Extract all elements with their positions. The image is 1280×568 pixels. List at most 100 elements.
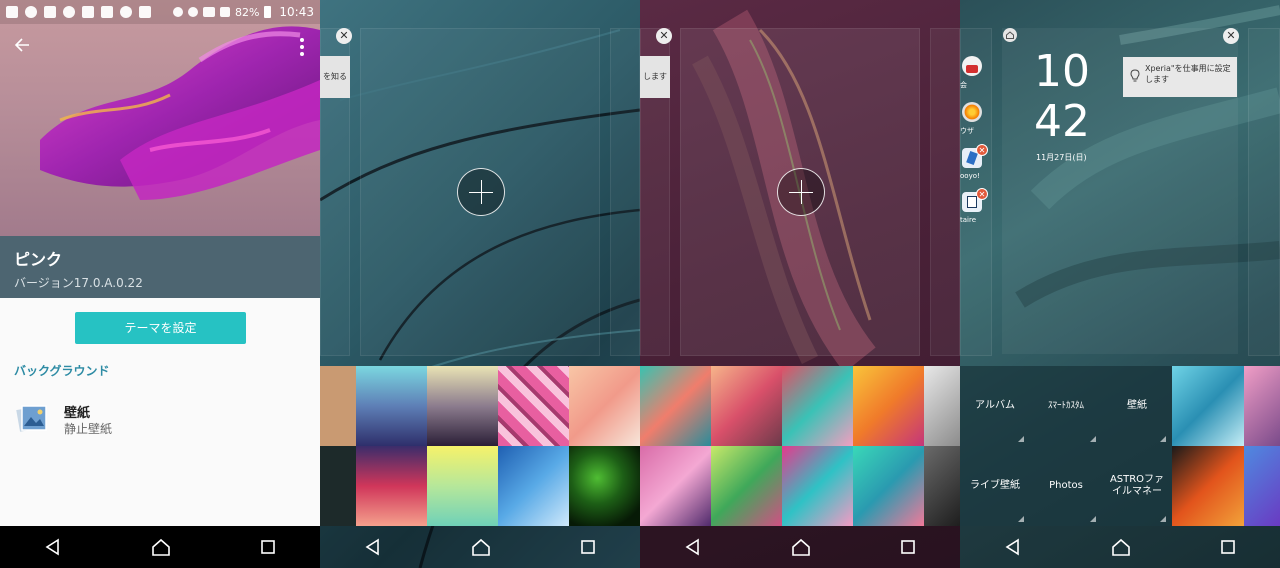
close-icon[interactable]: ✕ [336, 28, 352, 44]
home-icon[interactable] [1003, 28, 1017, 42]
home-icon[interactable] [1111, 538, 1131, 556]
app-icon[interactable]: ✕ [962, 144, 988, 168]
close-icon[interactable]: ✕ [1223, 28, 1239, 44]
navigation-bar [640, 526, 960, 568]
battery-icon [264, 6, 272, 18]
app-label: ウザ [960, 127, 974, 135]
wallpaper-thumbnail[interactable] [711, 366, 782, 446]
remove-badge-icon[interactable]: ✕ [976, 144, 988, 156]
bluetooth-icon [172, 7, 183, 17]
recents-icon[interactable] [580, 539, 596, 555]
dnd-icon [187, 7, 198, 17]
wallpaper-thumbnail[interactable] [356, 446, 427, 526]
wallpaper-thumbnail[interactable] [498, 446, 569, 526]
back-icon[interactable] [1004, 538, 1022, 556]
back-icon[interactable] [364, 538, 382, 556]
browser-icon[interactable] [962, 102, 982, 122]
wallpaper-thumbnail[interactable] [782, 366, 853, 446]
recents-icon[interactable] [900, 539, 916, 555]
wifi-icon [202, 7, 215, 17]
navigation-bar [320, 526, 640, 568]
wallpaper-thumbnail[interactable] [853, 366, 924, 446]
wallpaper-thumbnail[interactable] [569, 446, 640, 526]
theme-content: テーマを設定 バックグラウンド 壁紙 静止壁紙 [0, 298, 320, 526]
notification-icon [63, 6, 75, 18]
menu-item-wallpaper[interactable]: 壁紙 [1102, 366, 1172, 446]
page-card-right[interactable] [930, 28, 960, 356]
home-icon[interactable] [471, 538, 491, 556]
wallpaper-thumbnail[interactable] [498, 366, 569, 446]
remove-badge-icon[interactable]: ✕ [976, 188, 988, 200]
menu-item-photos[interactable]: Photos [1030, 446, 1102, 526]
wallpaper-thumbnail-grid [1172, 366, 1280, 526]
back-icon[interactable] [684, 538, 702, 556]
plus-icon[interactable] [777, 168, 825, 216]
heart-icon [120, 6, 132, 18]
wallpaper-thumbnail[interactable] [427, 366, 498, 446]
wallpaper-thumbnail[interactable] [924, 446, 960, 526]
home-edit-screen-pink: します ✕ [640, 0, 960, 568]
theme-preview-image [0, 0, 320, 236]
wallpaper-thumbnail[interactable] [569, 366, 640, 446]
wallpaper-thumbnail[interactable] [640, 366, 711, 446]
dropbox-icon [139, 6, 151, 18]
navigation-bar [0, 526, 320, 568]
app-icon[interactable] [962, 56, 982, 76]
app-column: 会 ウザ ✕ ooyo! ✕ taire [960, 56, 992, 236]
home-icon[interactable] [791, 538, 811, 556]
theme-detail-screen: 82% 10:43 ピンク バージョン17.0.A.0.22 テーマを設定 バッ… [0, 0, 320, 568]
home-icon[interactable] [151, 538, 171, 556]
menu-item-astro[interactable]: ASTROファイルマネー [1102, 446, 1172, 526]
wallpaper-thumbnail[interactable] [711, 446, 782, 526]
set-theme-button[interactable]: テーマを設定 [75, 312, 246, 344]
wallpaper-thumbnail[interactable] [427, 446, 498, 526]
solitaire-icon[interactable]: ✕ [962, 188, 988, 212]
wallpaper-subtitle: 静止壁紙 [64, 422, 113, 436]
overflow-menu-icon[interactable] [300, 38, 304, 59]
wallpaper-thumbnail[interactable] [320, 446, 356, 526]
signal-icon [219, 7, 230, 17]
wallpaper-thumbnail[interactable] [1244, 366, 1280, 446]
theme-title-band: ピンク バージョン17.0.A.0.22 [0, 236, 320, 298]
close-icon[interactable]: ✕ [656, 28, 672, 44]
clock-hour: 10 [1034, 46, 1090, 97]
page-card-right[interactable] [1248, 28, 1280, 356]
home-edit-screen-menu: ✕ 10 42 11月27日(日) Xperia"を仕事用に設定します 会 ウザ… [960, 0, 1280, 568]
wallpaper-icon [16, 405, 47, 432]
app-label: 会 [960, 81, 967, 89]
wallpaper-thumbnail[interactable] [853, 446, 924, 526]
page-card-right[interactable] [610, 28, 640, 356]
tip-text: Xperia"を仕事用に設定します [1145, 64, 1231, 84]
wallpaper-thumbnail[interactable] [782, 446, 853, 526]
menu-item-live-wallpaper[interactable]: ライブ壁紙 [960, 446, 1030, 526]
status-bar: 82% 10:43 [0, 0, 320, 24]
wallpaper-title[interactable]: 壁紙 [64, 402, 90, 421]
tooltip-peek: を知る [320, 56, 350, 98]
home-edit-menu: アルバム ｽﾏｰﾄｶｽﾀﾑ 壁紙 ライブ壁紙 Photos ASTROファイルマ… [960, 366, 1172, 526]
wallpaper-thumbnail[interactable] [1172, 446, 1244, 526]
wallpaper-thumbnail[interactable] [1244, 446, 1280, 526]
info-icon [25, 6, 37, 18]
wallpaper-thumbnail-grid [640, 366, 960, 526]
battery-percent: 82% [234, 5, 260, 19]
theme-name: ピンク [14, 250, 63, 269]
recents-icon[interactable] [1220, 539, 1236, 555]
tip-card[interactable]: Xperia"を仕事用に設定します [1123, 57, 1237, 97]
back-arrow-icon[interactable] [14, 34, 30, 58]
back-icon[interactable] [44, 538, 62, 556]
clock-minute: 42 [1034, 96, 1090, 147]
bulb-icon [1130, 69, 1140, 82]
wallpaper-thumbnail[interactable] [640, 446, 711, 526]
wallpaper-thumbnail[interactable] [356, 366, 427, 446]
notification-icon [44, 6, 56, 18]
app-label: ooyo! [960, 172, 980, 180]
plus-icon[interactable] [457, 168, 505, 216]
tooltip-peek: します [640, 56, 670, 98]
menu-item-album[interactable]: アルバム [960, 366, 1030, 446]
recents-icon[interactable] [260, 539, 276, 555]
status-time: 10:43 [279, 5, 314, 19]
wallpaper-thumbnail[interactable] [924, 366, 960, 446]
wallpaper-thumbnail[interactable] [1172, 366, 1244, 446]
wallpaper-thumbnail[interactable] [320, 366, 356, 446]
menu-item-smart-custom[interactable]: ｽﾏｰﾄｶｽﾀﾑ [1030, 366, 1102, 446]
